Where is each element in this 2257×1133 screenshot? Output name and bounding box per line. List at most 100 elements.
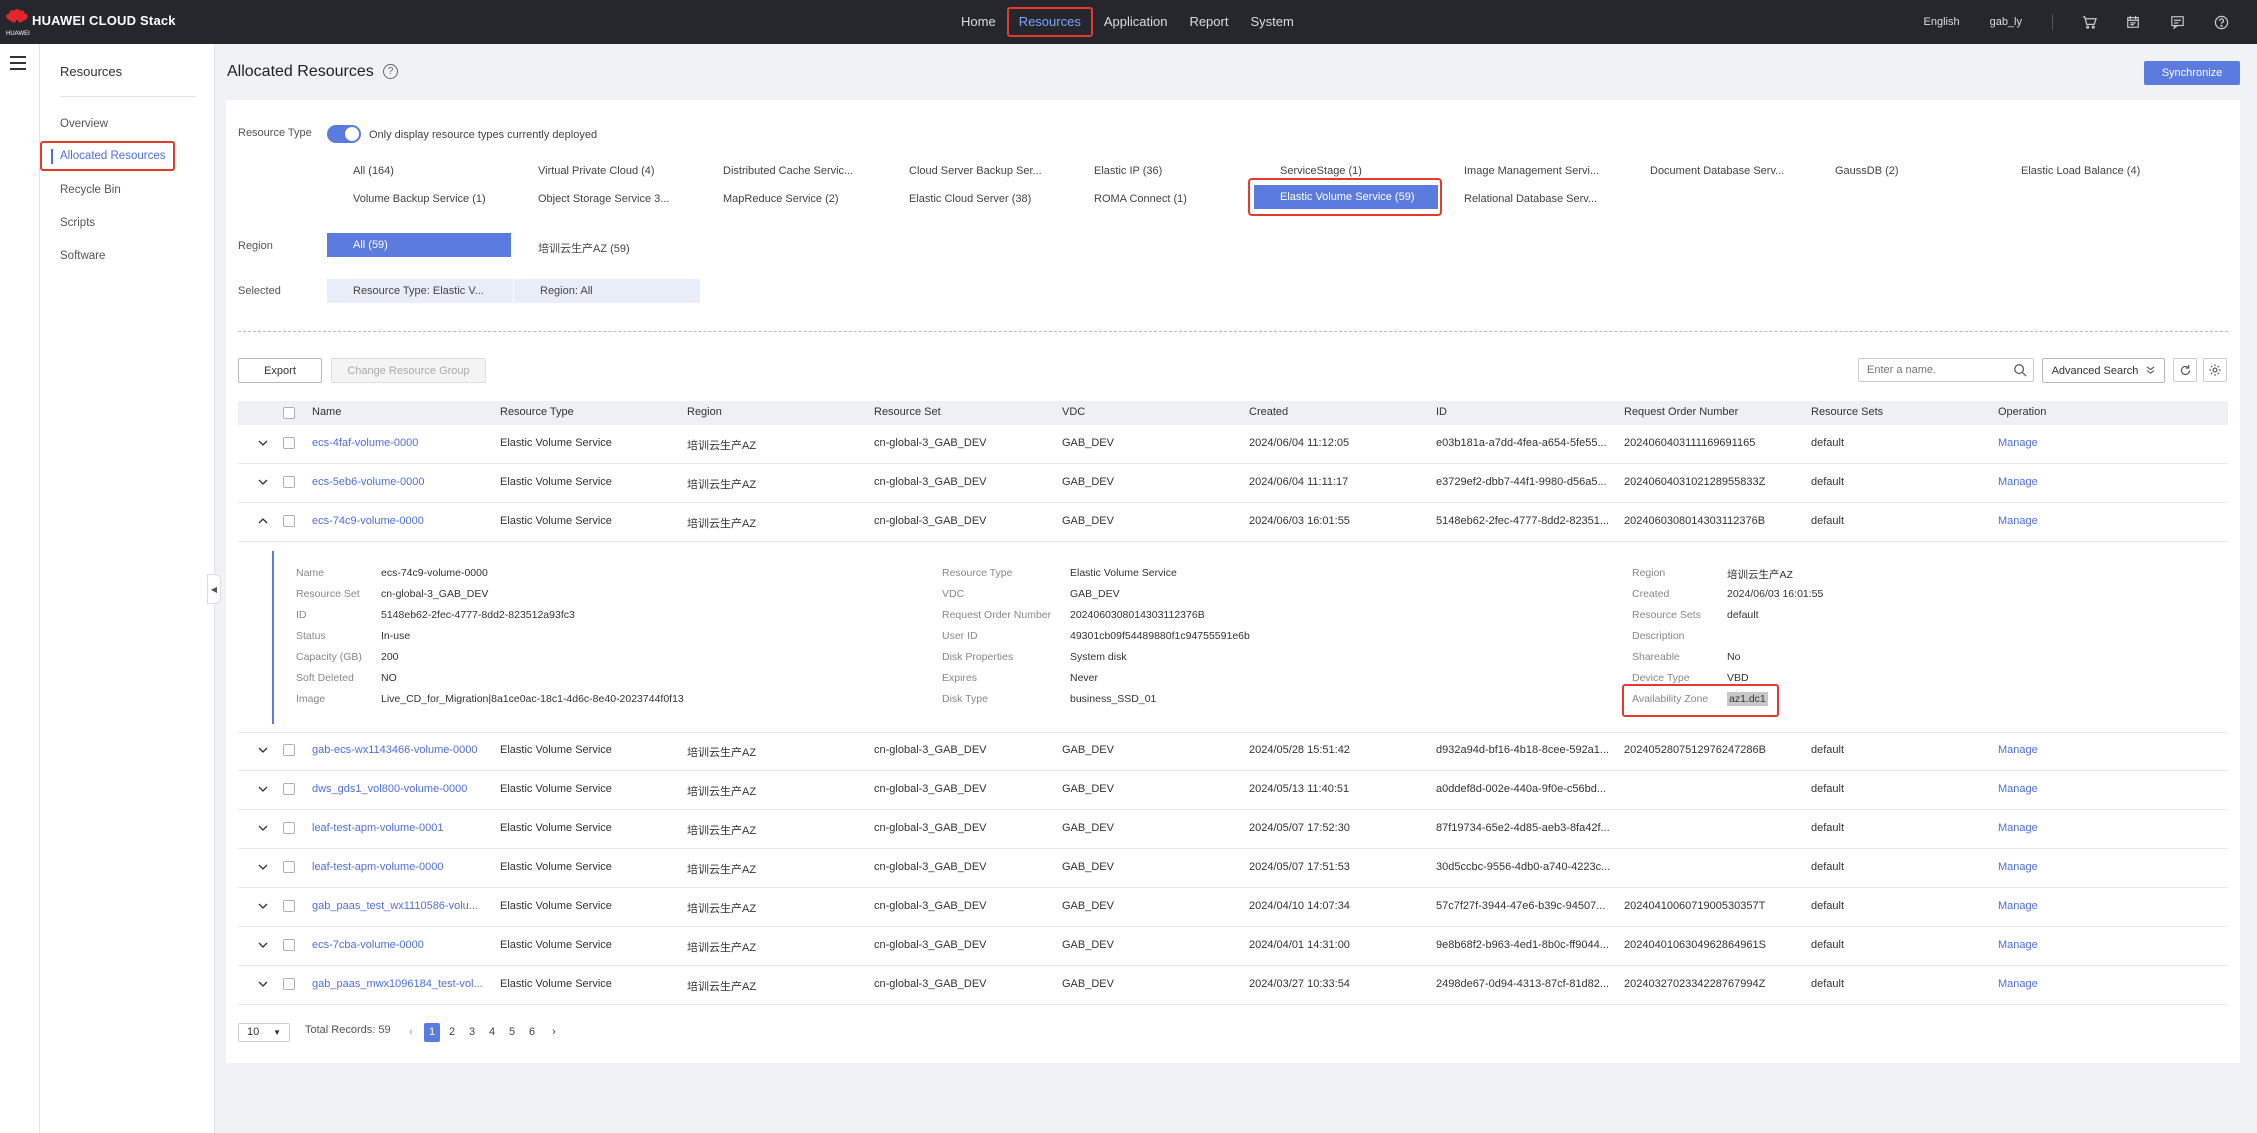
column-header[interactable]: Resource Set	[874, 406, 941, 418]
page-size-select[interactable]: 10 ▼	[238, 1023, 290, 1042]
table-row[interactable]: gab-ecs-wx1143466-volume-0000 Elastic Vol…	[238, 732, 2228, 771]
resource-name-link[interactable]: ecs-7cba-volume-0000	[312, 939, 482, 951]
column-header[interactable]: Operation	[1998, 406, 2046, 418]
nav-system[interactable]: System	[1239, 7, 1304, 37]
type-chip[interactable]: Elastic Load Balance (4)	[2021, 165, 2140, 177]
deployed-only-toggle[interactable]	[327, 125, 361, 143]
table-row[interactable]: gab_paas_mwx1096184_test-vol... Elastic V…	[238, 966, 2228, 1005]
type-chip[interactable]: Distributed Cache Servic...	[723, 165, 853, 177]
collapse-sidebar-handle[interactable]: ◀	[207, 574, 221, 604]
chevron-down-icon[interactable]	[258, 862, 268, 872]
type-chip[interactable]: MapReduce Service (2)	[723, 193, 839, 205]
table-row[interactable]: ecs-5eb6-volume-0000 Elastic Volume Servi…	[238, 464, 2228, 503]
type-chip[interactable]: Document Database Serv...	[1650, 165, 1784, 177]
row-checkbox[interactable]	[283, 476, 295, 488]
table-row[interactable]: leaf-test-apm-volume-0001 Elastic Volume …	[238, 810, 2228, 849]
resource-name-link[interactable]: leaf-test-apm-volume-0001	[312, 822, 482, 834]
table-row[interactable]: leaf-test-apm-volume-0000 Elastic Volume …	[238, 849, 2228, 888]
nav-resources[interactable]: Resources	[1006, 7, 1093, 37]
prev-page-icon[interactable]: ‹	[403, 1023, 419, 1042]
column-header[interactable]: ID	[1436, 406, 1447, 418]
select-all-checkbox[interactable]	[283, 407, 295, 419]
row-checkbox[interactable]	[283, 783, 295, 795]
column-header[interactable]: Created	[1249, 406, 1288, 418]
table-row[interactable]: dws_gds1_vol800-volume-0000 Elastic Volum…	[238, 771, 2228, 810]
resource-name-link[interactable]: gab-ecs-wx1143466-volume-0000	[312, 744, 482, 756]
page-number[interactable]: 4	[484, 1023, 500, 1042]
search-field[interactable]	[1859, 359, 1999, 381]
row-checkbox[interactable]	[283, 978, 295, 990]
synchronize-button[interactable]: Synchronize	[2144, 61, 2240, 85]
advanced-search-button[interactable]: Advanced Search	[2042, 358, 2165, 383]
resource-name-link[interactable]: gab_paas_test_wx1110586-volu...	[312, 900, 482, 912]
column-header[interactable]: Request Order Number	[1624, 406, 1738, 418]
type-chip[interactable]: Elastic Cloud Server (38)	[909, 193, 1031, 205]
table-row[interactable]: ecs-4faf-volume-0000 Elastic Volume Servi…	[238, 425, 2228, 464]
table-row[interactable]: ecs-74c9-volume-0000 Elastic Volume Servi…	[238, 503, 2228, 542]
manage-link[interactable]: Manage	[1998, 978, 2118, 990]
page-number[interactable]: 1	[424, 1023, 440, 1042]
sidebar-item-overview[interactable]: Overview	[60, 118, 108, 130]
manage-link[interactable]: Manage	[1998, 939, 2118, 951]
manage-link[interactable]: Manage	[1998, 744, 2118, 756]
chevron-up-icon[interactable]	[258, 516, 268, 526]
page-number[interactable]: 2	[444, 1023, 460, 1042]
sidebar-item-allocated-resources[interactable]: Allocated Resources	[40, 141, 176, 171]
manage-link[interactable]: Manage	[1998, 900, 2118, 912]
page-number[interactable]: 3	[464, 1023, 480, 1042]
resource-name-link[interactable]: ecs-74c9-volume-0000	[312, 515, 482, 527]
resource-name-link[interactable]: ecs-4faf-volume-0000	[312, 437, 482, 449]
type-chip[interactable]: All (164)	[353, 165, 394, 177]
sidebar-item-scripts[interactable]: Scripts	[60, 217, 95, 229]
help-icon[interactable]	[2213, 14, 2229, 30]
region-chip-selected[interactable]: All (59)	[327, 233, 511, 257]
chevron-down-icon[interactable]	[258, 477, 268, 487]
manage-link[interactable]: Manage	[1998, 437, 2118, 449]
page-number[interactable]: 5	[504, 1023, 520, 1042]
huawei-logo[interactable]: HUAWEI CLOUD Stack	[5, 8, 176, 32]
type-chip[interactable]: GaussDB (2)	[1835, 165, 1899, 177]
manage-link[interactable]: Manage	[1998, 476, 2118, 488]
export-button[interactable]: Export	[238, 358, 322, 383]
type-chip[interactable]: ROMA Connect (1)	[1094, 193, 1187, 205]
question-icon[interactable]: ?	[383, 64, 398, 79]
type-chip[interactable]: ServiceStage (1)	[1280, 165, 1362, 177]
row-checkbox[interactable]	[283, 437, 295, 449]
nav-home[interactable]: Home	[950, 7, 1007, 37]
row-checkbox[interactable]	[283, 822, 295, 834]
table-row[interactable]: gab_paas_test_wx1110586-volu... Elastic V…	[238, 888, 2228, 927]
manage-link[interactable]: Manage	[1998, 515, 2118, 527]
type-chip[interactable]: Relational Database Serv...	[1464, 193, 1597, 205]
type-chip[interactable]: Virtual Private Cloud (4)	[538, 165, 655, 177]
refresh-button[interactable]	[2173, 358, 2197, 382]
message-icon[interactable]	[2169, 14, 2185, 30]
chevron-down-icon[interactable]	[258, 979, 268, 989]
language-switch[interactable]: English	[1924, 16, 1960, 28]
row-checkbox[interactable]	[283, 744, 295, 756]
column-header[interactable]: VDC	[1062, 406, 1085, 418]
selected-filter-chip[interactable]: Region: All	[514, 279, 700, 303]
page-number[interactable]: 6	[524, 1023, 540, 1042]
column-header[interactable]: Resource Sets	[1811, 406, 1883, 418]
type-chip[interactable]: Elastic IP (36)	[1094, 165, 1162, 177]
resource-name-link[interactable]: gab_paas_mwx1096184_test-vol...	[312, 978, 482, 990]
row-checkbox[interactable]	[283, 939, 295, 951]
menu-icon[interactable]	[10, 56, 26, 70]
sidebar-item-software[interactable]: Software	[60, 250, 105, 262]
column-header[interactable]: Name	[312, 406, 341, 418]
search-input[interactable]	[1858, 358, 2034, 382]
chevron-down-icon[interactable]	[258, 745, 268, 755]
change-resource-group-button[interactable]: Change Resource Group	[331, 358, 486, 383]
selected-filter-chip[interactable]: Resource Type: Elastic V...	[327, 279, 513, 303]
chevron-down-icon[interactable]	[258, 901, 268, 911]
column-header[interactable]: Region	[687, 406, 722, 418]
row-checkbox[interactable]	[283, 900, 295, 912]
user-menu[interactable]: gab_ly	[1990, 16, 2022, 28]
manage-link[interactable]: Manage	[1998, 861, 2118, 873]
nav-report[interactable]: Report	[1178, 7, 1239, 37]
type-chip[interactable]: Object Storage Service 3...	[538, 193, 669, 205]
chevron-down-icon[interactable]	[258, 823, 268, 833]
table-row[interactable]: ecs-7cba-volume-0000 Elastic Volume Servi…	[238, 927, 2228, 966]
manage-link[interactable]: Manage	[1998, 822, 2118, 834]
chevron-down-icon[interactable]	[258, 438, 268, 448]
